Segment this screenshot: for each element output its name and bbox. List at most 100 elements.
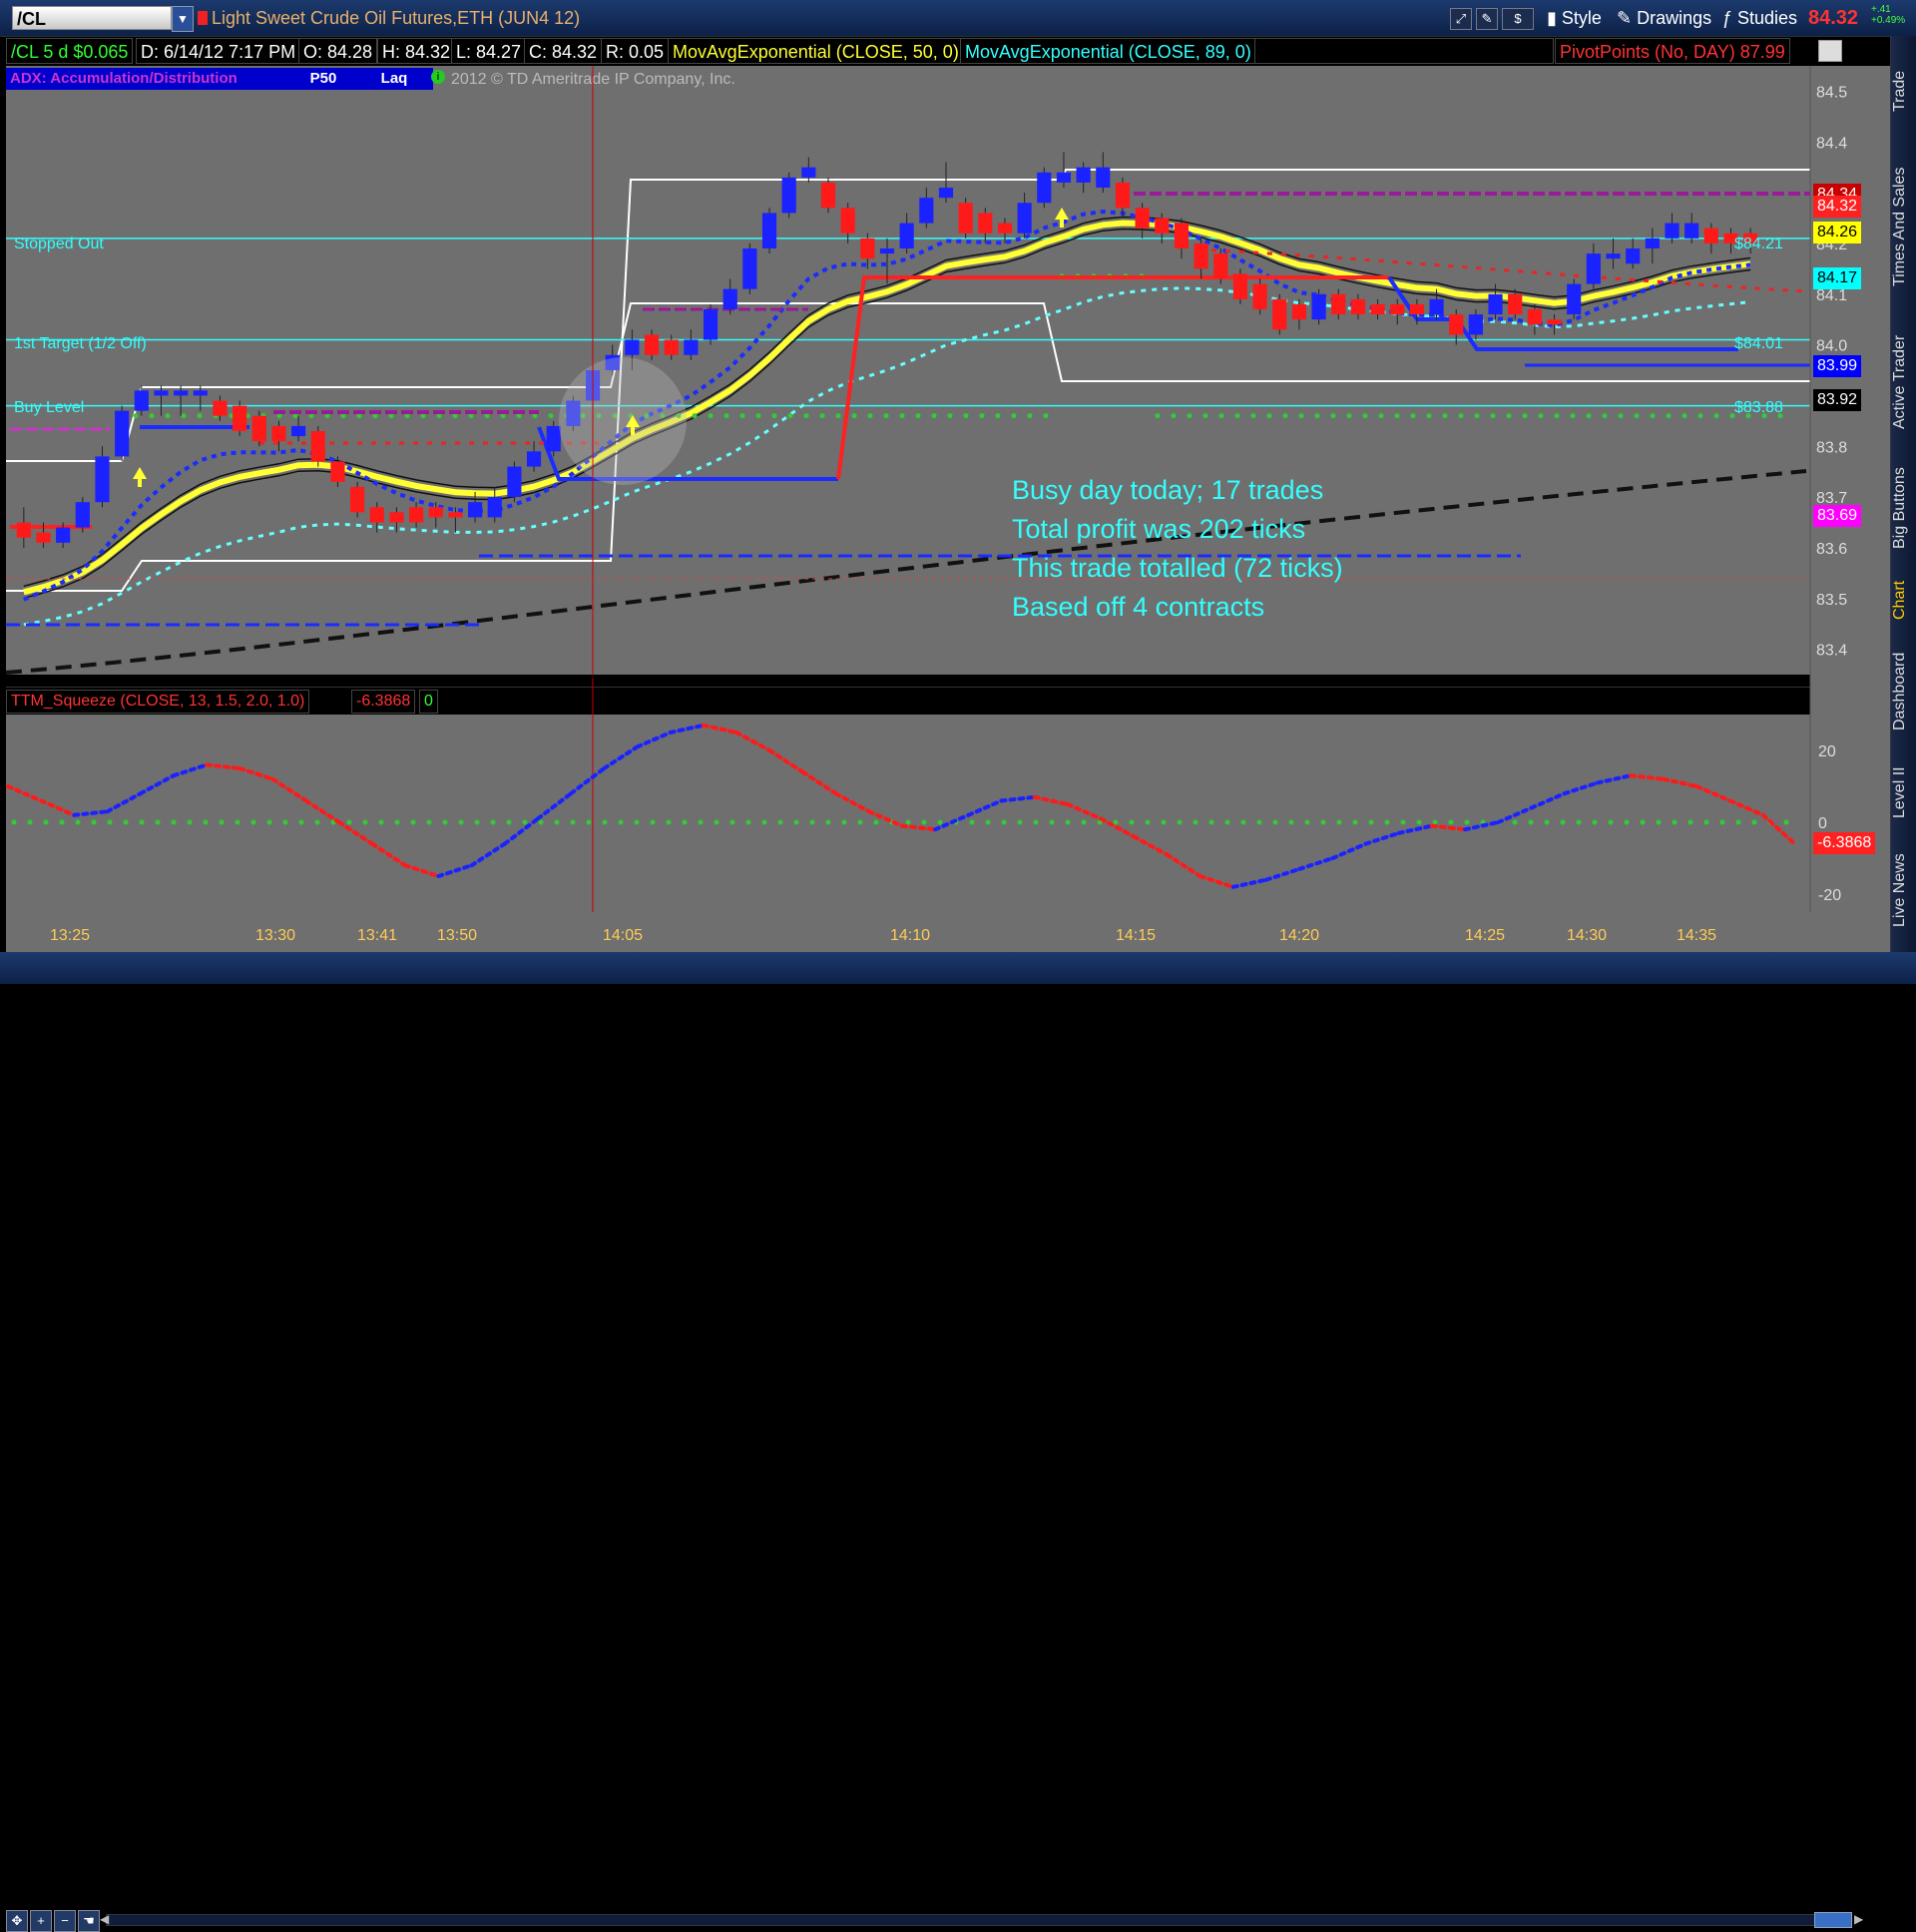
squeeze-momentum-segment [1065,802,1104,821]
squeeze-zero-dot [618,819,624,825]
candle-body [938,188,954,199]
price-tick-label: 83.4 [1816,643,1847,660]
buy-dot [1458,413,1464,419]
squeeze-zero-dot [75,819,81,825]
level-label-3: $83.88 [1734,399,1783,416]
scrollbar-thumb[interactable] [1814,1912,1852,1928]
squeeze-zero-dot [1272,819,1278,825]
candle-body [1096,167,1111,188]
candle-body [16,522,31,538]
squeeze-zero-dot [1384,819,1390,825]
squeeze-momentum-segment [800,769,838,796]
squeeze-zero-dot [1224,819,1230,825]
highlight-circle [559,357,687,485]
price-tick-label: 84.0 [1816,338,1847,355]
squeeze-momentum-segment [767,748,805,774]
squeeze-zero-dot [1081,819,1087,825]
time-tick-label: 14:05 [603,927,643,944]
price-tag-6: 83.69 [1813,505,1862,527]
candle-body [350,486,365,513]
buy-dot [851,413,857,419]
squeeze-zero-dot [714,819,719,825]
squeeze-zero-dot [123,819,129,825]
squeeze-zero-dot [426,819,432,825]
candle-body [507,466,522,498]
buy-dot [1314,413,1320,419]
squeeze-zero-dot [841,819,847,825]
squeeze-zero-dot [1177,819,1183,825]
buy-dot [1681,413,1687,419]
pan-icon[interactable]: ✥ [6,1910,28,1932]
buy-dot [979,413,985,419]
buy-dot [1538,413,1544,419]
squeeze-zero-dot [1719,819,1725,825]
squeeze-zero-dot [761,819,767,825]
candle-body [1527,309,1542,325]
candle-body [1508,293,1523,315]
candle-body [1606,253,1621,259]
candle-body [134,390,149,411]
hand-icon[interactable]: ☚ [78,1910,100,1932]
squeeze-zero-dot [1672,819,1677,825]
squeeze-momentum-segment [1032,794,1070,806]
squeeze-zero-dot [1751,819,1757,825]
squeeze-zero-dot [1687,819,1693,825]
squeeze-zero-dot [905,819,911,825]
candle-body [330,461,345,482]
candle-body [742,248,757,289]
candle-body [684,339,699,355]
buy-dot [723,413,729,419]
candle-body [919,198,934,224]
squeeze-momentum-segment [436,863,474,878]
candle-body [820,182,836,209]
candle-body [154,390,169,396]
buy-dot [787,413,793,419]
squeeze-zero-dot [458,819,464,825]
note-line-4: Based off 4 contracts [1012,592,1265,622]
buy-dot [1250,413,1256,419]
candle-body [1547,319,1562,325]
horizontal-scrollbar[interactable] [106,1914,1844,1926]
squeeze-zero-dot [1703,819,1709,825]
price-tick-label: 83.8 [1816,439,1847,456]
buy-dot [1697,413,1703,419]
time-tick-label: 14:30 [1567,927,1607,944]
squeeze-momentum-segment [1562,780,1600,796]
squeeze-zero-dot [506,819,512,825]
squeeze-zero-dot [1288,819,1294,825]
note-line-2: Total profit was 202 ticks [1012,514,1306,544]
candle-body [1291,303,1306,320]
squeeze-momentum-segment [1727,798,1765,817]
buy-dot [963,413,969,419]
buy-dot [1378,413,1384,419]
buy-dot [548,413,554,419]
candle-body [958,203,973,234]
squeeze-zero-dot [1208,819,1214,825]
candle-body [761,213,777,248]
squeeze-zero-dot [650,819,656,825]
squeeze-zero-dot [107,819,113,825]
candle-body [1586,253,1601,284]
squeeze-momentum-segment [635,730,673,749]
price-tag-4: 83.99 [1813,355,1862,377]
buy-dot [197,413,203,419]
squeeze-zero-dot [873,819,879,825]
candle-body [899,223,914,248]
candle-body [1155,218,1170,234]
zoom-out-icon[interactable]: − [54,1910,76,1932]
buy-dot [1027,413,1033,419]
squeeze-zero-dot [11,819,17,825]
squeeze-zero-dot [1193,819,1198,825]
squeeze-zero-dot [1161,819,1167,825]
candle-body [664,339,679,355]
candle-body [781,177,796,214]
scroll-right-icon[interactable]: ▶ [1854,1912,1863,1926]
candle-body [1409,303,1424,315]
price-tag-3: 84.17 [1813,267,1862,289]
zoom-in-icon[interactable]: + [30,1910,52,1932]
buy-dot [899,413,905,419]
candle-body [1645,238,1660,248]
buy-dot [867,413,873,419]
scroll-left-icon[interactable]: ◀ [100,1912,109,1926]
squeeze-zero-dot [809,819,815,825]
